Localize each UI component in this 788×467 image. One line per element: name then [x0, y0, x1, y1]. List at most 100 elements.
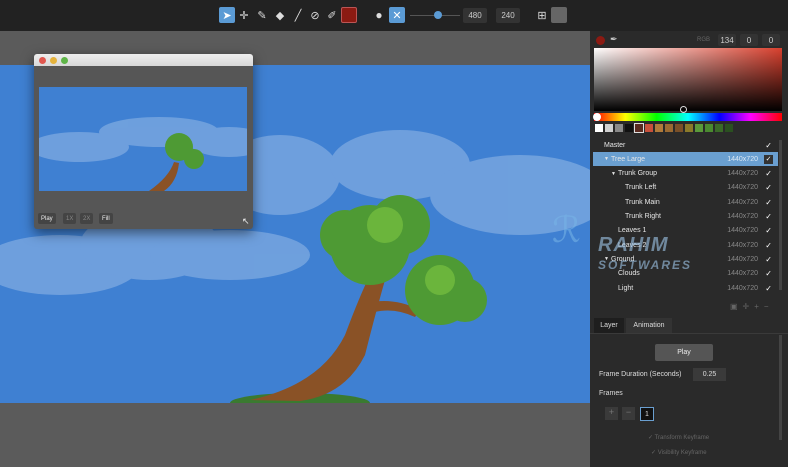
layer-row[interactable]: Master ✓ [593, 138, 778, 152]
eyedropper-icon[interactable]: ✒ [610, 34, 618, 45]
visibility-checkbox[interactable]: ✓ [765, 212, 772, 221]
move-tool-button[interactable]: ✛ [236, 7, 252, 23]
fill-tool-button[interactable]: ⊘ [307, 7, 323, 23]
line-tool-button[interactable]: ╱ [290, 7, 306, 23]
color-swatch[interactable] [705, 124, 713, 132]
visibility-checkbox[interactable]: ✓ [764, 154, 773, 164]
visibility-keyframe-checkbox[interactable]: ✓ Visibility Keyframe [651, 449, 707, 456]
visibility-checkbox[interactable]: ✓ [765, 183, 772, 192]
layer-scrollbar[interactable] [779, 140, 782, 290]
brush-tool-button[interactable]: ✐ [324, 7, 340, 23]
top-toolbar: ➤ ✛ ✎ ◆ ╱ ⊘ ✐ ● ✕ 480 240 ⊞ [0, 0, 788, 31]
minimize-icon[interactable] [50, 57, 57, 64]
layer-row[interactable]: ▼ Trunk Group 1440x720 ✓ [593, 167, 778, 181]
tab-animation[interactable]: Animation [626, 318, 672, 333]
pixel-brush-button[interactable]: ✕ [389, 7, 405, 23]
color-picker-handle[interactable] [680, 106, 687, 113]
maximize-icon[interactable] [61, 57, 68, 64]
layer-size: 1440x720 [727, 227, 758, 235]
layer-row[interactable]: Trunk Main 1440x720 ✓ [593, 195, 778, 209]
layer-size: 1440x720 [727, 284, 758, 292]
layer-name: Trunk Right [625, 213, 661, 220]
hue-handle[interactable] [593, 113, 601, 121]
zoom-1x-button[interactable]: 1X [63, 213, 77, 224]
panel-scrollbar[interactable] [779, 335, 782, 440]
layer-row[interactable]: Trunk Left 1440x720 ✓ [593, 181, 778, 195]
eraser-tool-button[interactable]: ◆ [272, 7, 288, 23]
fill-button[interactable]: Fill [99, 213, 113, 224]
width-input[interactable]: 480 [463, 8, 487, 23]
color-swatch[interactable] [615, 124, 623, 132]
layer-name: Trunk Main [625, 198, 660, 206]
layer-row[interactable]: Light 1440x720 ✓ [593, 281, 778, 295]
saturation-picker[interactable] [594, 48, 782, 111]
add-frame-button[interactable]: + [605, 407, 618, 420]
animation-play-button[interactable]: Play [655, 344, 713, 361]
visibility-checkbox[interactable]: ✓ [765, 255, 772, 264]
blue-input[interactable]: 0 [762, 34, 780, 46]
layer-actions[interactable]: ▣✛+− [730, 302, 774, 311]
layer-name: Master [604, 141, 626, 149]
visibility-checkbox[interactable]: ✓ [765, 269, 772, 278]
color-swatch[interactable] [645, 124, 653, 132]
circle-brush-button[interactable]: ● [371, 7, 387, 23]
color-swatch[interactable] [605, 124, 613, 132]
layer-size: 1440x720 [727, 155, 758, 163]
background-color-button[interactable] [551, 7, 567, 23]
tab-layer[interactable]: Layer [594, 318, 624, 333]
frames-label: Frames [599, 390, 623, 397]
frame-1[interactable]: 1 [640, 407, 654, 421]
rgb-label: RGB [697, 37, 711, 43]
color-swatch[interactable] [634, 123, 644, 133]
current-color-icon [596, 36, 605, 45]
cursor-icon: ↖ [242, 216, 250, 226]
layer-row[interactable]: Trunk Right 1440x720 ✓ [593, 210, 778, 224]
layer-size: 1440x720 [727, 241, 758, 249]
disclosure-triangle-icon[interactable]: ▼ [593, 171, 618, 177]
watermark-logo: ℛ [552, 210, 581, 251]
green-input[interactable]: 0 [740, 34, 758, 46]
color-swatch[interactable] [725, 124, 733, 132]
visibility-checkbox[interactable]: ✓ [765, 169, 772, 178]
layer-size: 1440x720 [727, 170, 758, 178]
visibility-keyframe-label: Visibility Keyframe [657, 450, 707, 456]
preview-window [34, 54, 253, 229]
close-icon[interactable] [39, 57, 46, 64]
height-input[interactable]: 240 [496, 8, 520, 23]
color-swatch[interactable] [715, 124, 723, 132]
red-input[interactable]: 134 [718, 34, 736, 46]
preview-titlebar[interactable] [34, 54, 253, 66]
zoom-2x-button[interactable]: 2X [80, 213, 94, 224]
layer-size: 1440x720 [727, 255, 758, 263]
color-swatch[interactable] [665, 124, 673, 132]
layer-row[interactable]: ▼ Tree Large 1440x720 ✓ [593, 152, 778, 167]
color-swatch[interactable] [595, 124, 603, 132]
color-swatch[interactable] [655, 124, 663, 132]
color-swatch[interactable] [685, 124, 693, 132]
layer-size: 1440x720 [727, 198, 758, 206]
select-tool-button[interactable]: ➤ [219, 7, 235, 23]
slider-handle[interactable] [434, 11, 442, 19]
visibility-checkbox[interactable]: ✓ [765, 241, 772, 250]
divider [590, 333, 788, 334]
layer-name: Trunk Left [625, 184, 657, 192]
visibility-checkbox[interactable]: ✓ [765, 226, 772, 235]
layer-size: 1440x720 [727, 213, 758, 220]
transform-keyframe-checkbox[interactable]: ✓ Transform Keyframe [648, 434, 709, 441]
color-swatch[interactable] [625, 124, 633, 132]
visibility-checkbox[interactable]: ✓ [765, 284, 772, 293]
visibility-checkbox[interactable]: ✓ [765, 141, 772, 150]
color-swatch-button[interactable] [341, 7, 357, 23]
watermark-text: RAHIM SOFTWARES [598, 234, 693, 272]
color-swatch[interactable] [675, 124, 683, 132]
color-swatch[interactable] [695, 124, 703, 132]
remove-frame-button[interactable]: − [622, 407, 635, 420]
pencil-tool-button[interactable]: ✎ [254, 7, 270, 23]
preview-play-button[interactable]: Play [38, 213, 56, 224]
layer-name: Tree Large [611, 155, 645, 163]
frame-duration-input[interactable]: 0.25 [693, 368, 726, 381]
grid-icon[interactable]: ⊞ [534, 7, 550, 23]
hue-slider[interactable] [594, 113, 782, 121]
visibility-checkbox[interactable]: ✓ [765, 198, 772, 207]
disclosure-triangle-icon[interactable]: ▼ [593, 156, 611, 162]
